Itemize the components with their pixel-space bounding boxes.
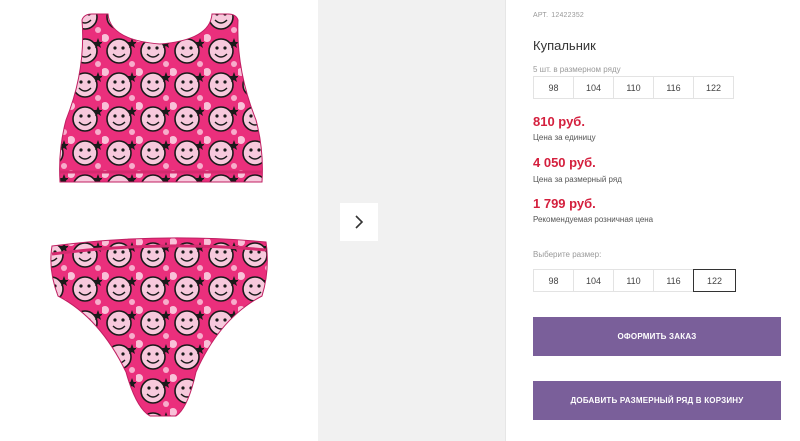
unit-price: 810 руб. [533,114,585,129]
size-row-item: 104 [573,76,614,99]
retail-price-note: Рекомендуемая розничная цена [533,215,654,224]
retail-price: 1 799 руб. [533,196,596,211]
size-row-item: 116 [653,76,694,99]
size-row-list: 98 104 110 116 122 [533,76,734,99]
size-option-104[interactable]: 104 [573,269,614,292]
article-label: АРТ. [533,12,549,19]
gallery-next-button[interactable] [340,203,378,241]
size-row-item: 122 [693,76,734,99]
swimsuit-illustration [50,13,268,417]
size-selector: 98 104 110 116 122 [533,269,736,292]
size-row-caption: 5 шт. в размерном ряду [533,65,621,74]
row-price: 4 050 руб. [533,155,596,170]
column-divider [505,0,506,441]
chevron-right-icon [355,215,364,229]
product-image [0,0,318,441]
article-value: 12422352 [551,12,585,19]
article-number: АРТ. 12422352 [533,12,587,19]
unit-price-note: Цена за единицу [533,133,596,142]
size-option-110[interactable]: 110 [613,269,654,292]
size-row-item: 110 [613,76,654,99]
add-size-row-to-cart-button[interactable]: ДОБАВИТЬ РАЗМЕРНЫЙ РЯД В КОРЗИНУ [533,381,781,420]
size-option-122-selected[interactable]: 122 [693,269,736,292]
row-price-note: Цена за размерный ряд [533,175,622,184]
product-title: Купальник [533,38,596,53]
size-option-98[interactable]: 98 [533,269,574,292]
choose-size-label: Выберите размер: [533,250,602,259]
size-row-item: 98 [533,76,574,99]
place-order-button[interactable]: ОФОРМИТЬ ЗАКАЗ [533,317,781,356]
size-option-116[interactable]: 116 [653,269,694,292]
